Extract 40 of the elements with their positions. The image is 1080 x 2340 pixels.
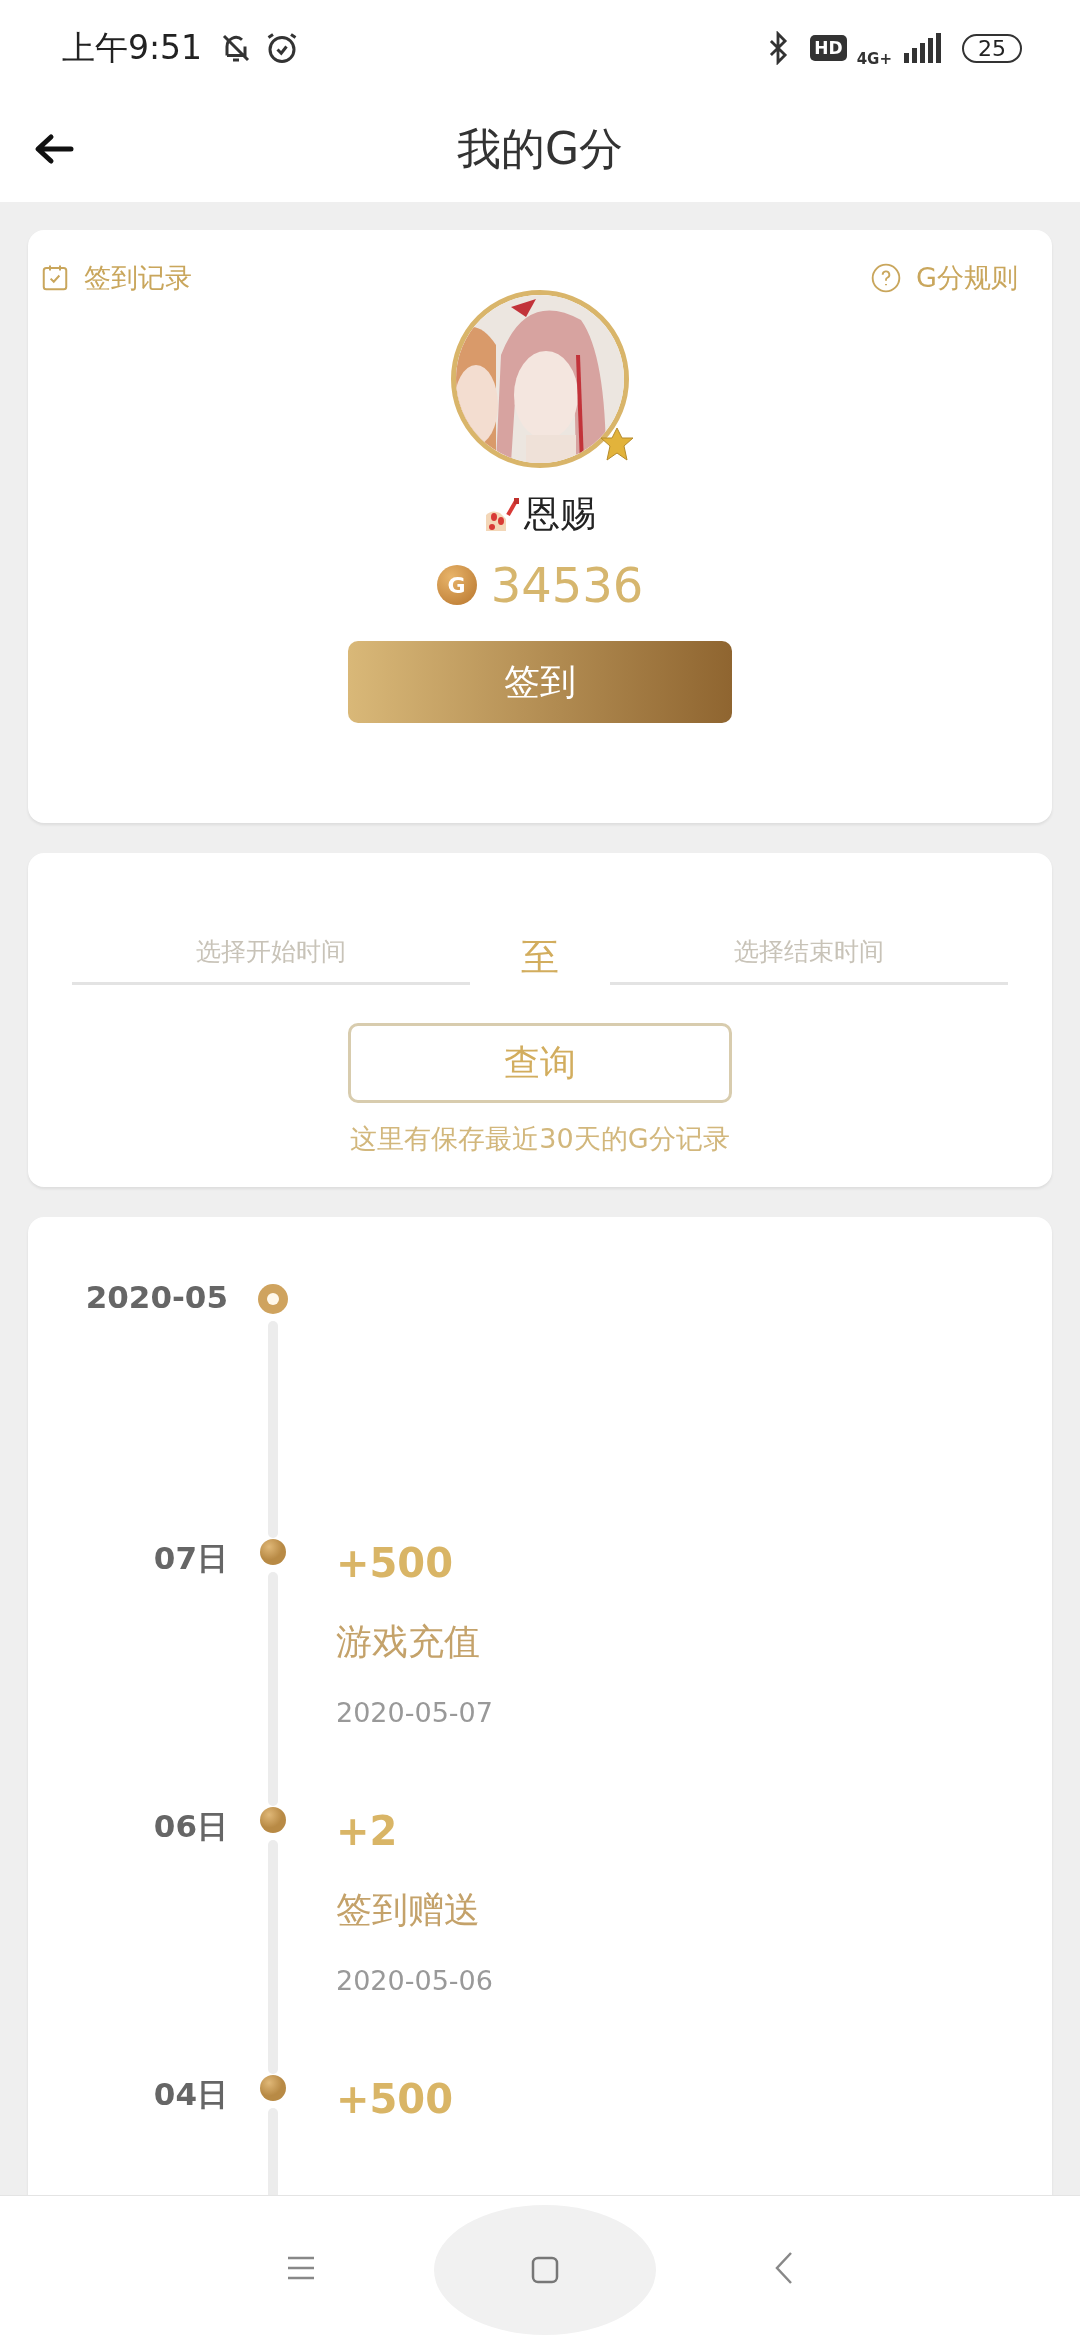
- menu-icon[interactable]: [286, 2255, 316, 2281]
- day-label: 06日: [152, 1807, 228, 1846]
- home-icon: [530, 2255, 560, 2285]
- back-arrow-icon[interactable]: [34, 133, 74, 165]
- status-time: 上午9:51: [62, 26, 203, 69]
- timeline-dot-icon: [259, 1538, 287, 1566]
- day-label: 07日: [152, 1539, 228, 1578]
- points-change: +500: [336, 2076, 453, 2122]
- query-button[interactable]: 查询: [348, 1023, 732, 1103]
- start-time-field[interactable]: 选择开始时间: [72, 929, 470, 985]
- checkin-record-link[interactable]: 签到记录: [40, 260, 192, 296]
- calendar-icon: [40, 263, 70, 293]
- help-icon: [870, 262, 903, 294]
- nail-polish-icon: [484, 496, 520, 533]
- hd-badge: HD: [810, 35, 847, 61]
- points-change: +2: [336, 1808, 399, 1854]
- retention-note: 这里有保存最近30天的G分记录: [350, 1122, 730, 1156]
- points-change: +500: [336, 1540, 454, 1586]
- page-title: 我的G分: [456, 121, 624, 176]
- back-icon[interactable]: [774, 2251, 794, 2285]
- timeline-dot-icon: [259, 1806, 287, 1834]
- record-date: 2020-05-06: [336, 1965, 493, 1996]
- coin-icon: G: [436, 565, 477, 605]
- points-value: 34536: [490, 557, 644, 613]
- day-label: 04日: [152, 2075, 228, 2114]
- battery-indicator: 25: [962, 33, 1022, 63]
- signal-icon: [902, 33, 942, 63]
- level-badge-icon: [599, 426, 635, 462]
- month-label: 2020-05: [84, 1279, 228, 1317]
- range-separator: 至: [520, 933, 560, 981]
- checkin-button[interactable]: 签到: [348, 641, 732, 723]
- record-description: 签到赠送: [336, 1888, 481, 1932]
- record-date: 2020-05-07: [336, 1697, 493, 1728]
- month-dot-icon: [257, 1283, 289, 1315]
- rules-link[interactable]: G分规则: [870, 260, 1018, 296]
- user-name: 恩赐: [524, 492, 596, 536]
- end-time-field[interactable]: 选择结束时间: [610, 929, 1008, 985]
- timeline-dot-icon: [259, 2074, 287, 2102]
- network-label: 4G+: [856, 50, 892, 68]
- record-description: 游戏充值: [336, 1620, 481, 1664]
